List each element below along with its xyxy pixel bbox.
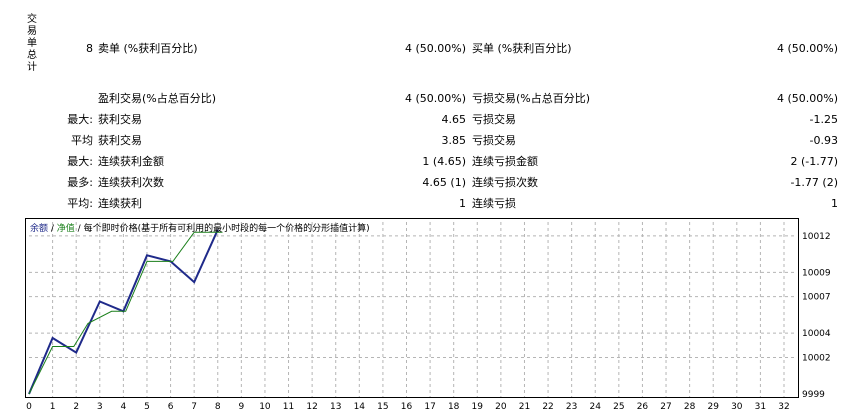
- y-tick-label: 10012: [802, 232, 831, 242]
- legend-separator: /: [48, 224, 57, 234]
- x-tick-label: 2: [73, 402, 79, 412]
- x-tick-label: 21: [519, 402, 530, 412]
- x-tick-label: 29: [707, 402, 719, 412]
- chart-legend: 余额 / 净值 / 每个即时价格(基于所有可利用的最小时段的每一个价格的分形插值…: [30, 221, 370, 234]
- x-tick-label: 14: [354, 402, 366, 412]
- x-tick-label: 13: [330, 402, 341, 412]
- x-tick-label: 15: [377, 402, 388, 412]
- y-tick-label: 10007: [802, 293, 831, 303]
- x-tick-label: 3: [97, 402, 103, 412]
- x-tick-label: 32: [778, 402, 789, 412]
- equity-series-line: [28, 231, 223, 395]
- x-tick-label: 1: [50, 402, 56, 412]
- x-tick-label: 20: [495, 402, 507, 412]
- x-tick-label: 18: [448, 402, 460, 412]
- x-tick-label: 5: [144, 402, 150, 412]
- x-tick-label: 4: [121, 402, 127, 412]
- y-tick-label: 10002: [802, 353, 831, 363]
- x-tick-label: 22: [542, 402, 553, 412]
- x-tick-label: 28: [684, 402, 696, 412]
- legend-equity: 净值: [56, 224, 75, 234]
- x-tick-label: 23: [566, 402, 577, 412]
- x-tick-label: 24: [590, 402, 602, 412]
- balance-equity-chart: 0 1 2 3 4 5 6 7 8 9 10 11 12 13 14 15 16 17 18 19 20 21 22 23 24…: [26, 222, 831, 412]
- x-tick-label: 26: [637, 402, 649, 412]
- x-tick-label: 9: [238, 402, 244, 412]
- legend-note: 每个即时价格(基于所有可利用的最小时段的每一个价格的分形插值计算): [83, 224, 370, 234]
- x-tick-label: 25: [613, 402, 624, 412]
- y-tick-label: 10009: [802, 268, 831, 278]
- x-tick-label: 11: [283, 402, 294, 412]
- x-tick-label: 16: [401, 402, 413, 412]
- legend-balance: 余额: [30, 224, 49, 234]
- x-tick-label: 27: [660, 402, 671, 412]
- x-tick-label: 30: [731, 402, 743, 412]
- x-tick-label: 31: [755, 402, 766, 412]
- x-tick-label: 17: [424, 402, 435, 412]
- y-tick-label: 9999: [802, 390, 825, 400]
- x-tick-label: 6: [168, 402, 174, 412]
- legend-separator: /: [74, 224, 84, 234]
- report-window: 交 易 单 总 计 8 卖单 (%获利百分比) 4 (50.00%) 买单 (%…: [0, 0, 856, 416]
- x-tick-label: 7: [191, 402, 197, 412]
- x-tick-label: 10: [259, 402, 271, 412]
- x-tick-label: 19: [472, 402, 484, 412]
- x-tick-label: 12: [306, 402, 317, 412]
- x-tick-label: 0: [26, 402, 32, 412]
- x-tick-label: 8: [215, 402, 221, 412]
- y-tick-label: 10004: [802, 329, 831, 339]
